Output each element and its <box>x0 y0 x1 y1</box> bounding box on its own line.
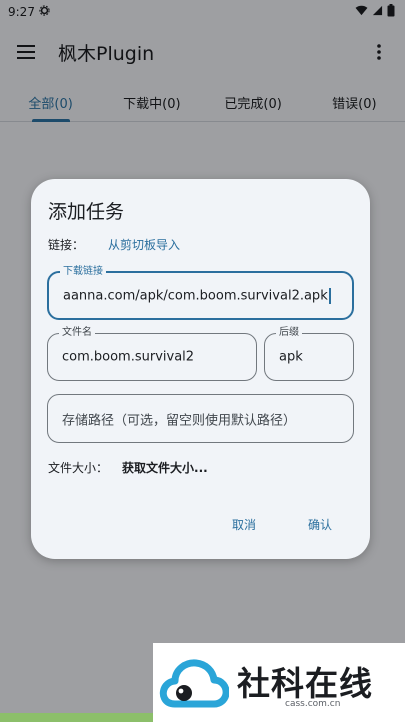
link-row: 链接： 从剪切板导入 <box>48 236 180 253</box>
import-from-clipboard-button[interactable]: 从剪切板导入 <box>108 236 180 253</box>
extension-field-label: 后缀 <box>276 327 302 339</box>
cancel-button[interactable]: 取消 <box>232 516 256 533</box>
url-field[interactable]: 下载链接 aanna.com/apk/com.boom.survival2.ap… <box>47 266 354 320</box>
filename-field-value: com.boom.survival2 <box>62 349 195 365</box>
cloud-logo-icon <box>159 659 229 708</box>
url-field-label: 下载链接 <box>60 266 106 278</box>
file-size-value: 获取文件大小... <box>122 461 208 475</box>
file-size-row: 文件大小： 获取文件大小... <box>48 459 208 476</box>
file-size-label: 文件大小： <box>48 461 109 475</box>
storage-path-field[interactable]: 存储路径（可选，留空则使用默认路径） <box>47 394 354 443</box>
background-strip <box>0 713 153 722</box>
storage-path-placeholder: 存储路径（可选，留空则使用默认路径） <box>62 413 297 428</box>
extension-field[interactable]: 后缀 apk <box>264 327 354 381</box>
add-task-dialog: 添加任务 链接： 从剪切板导入 下载链接 aanna.com/apk/com.b… <box>31 179 370 559</box>
confirm-button[interactable]: 确认 <box>308 516 332 533</box>
dialog-actions: 取消 确认 <box>232 516 332 533</box>
filename-field-label: 文件名 <box>59 327 95 339</box>
dialog-title: 添加任务 <box>48 201 125 223</box>
extension-field-value: apk <box>279 349 303 365</box>
url-field-value: aanna.com/apk/com.boom.survival2.apk <box>63 288 328 303</box>
watermark-domain: cass.com.cn <box>285 699 341 709</box>
filename-field[interactable]: 文件名 com.boom.survival2 <box>47 327 257 381</box>
text-caret <box>328 287 331 304</box>
watermark-brand: 社科在线 <box>237 664 373 703</box>
watermark: 社科在线 cass.com.cn <box>153 643 405 722</box>
link-label: 链接： <box>48 238 85 252</box>
url-field-value-wrap: aanna.com/apk/com.boom.survival2.apk <box>63 287 331 304</box>
